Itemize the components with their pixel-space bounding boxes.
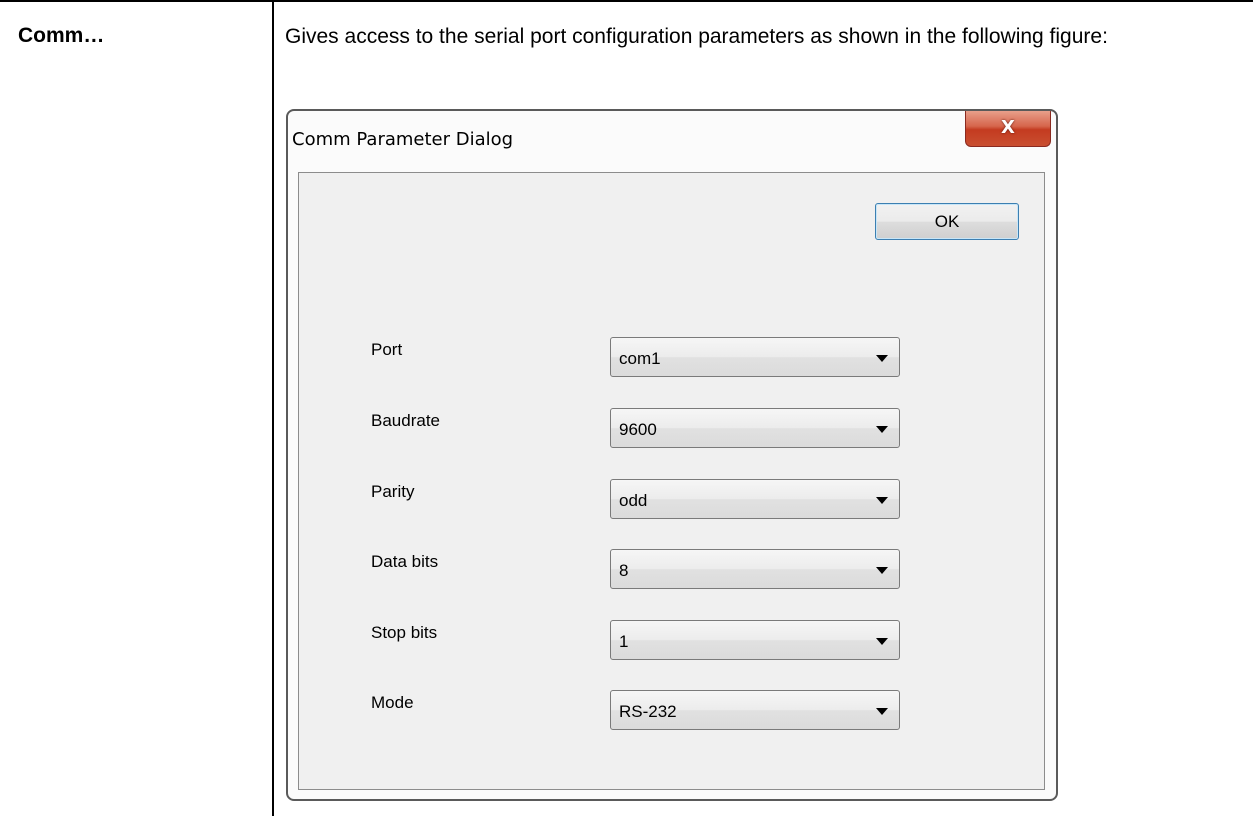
table-term: Comm… [18,24,105,47]
close-icon: X [1001,117,1015,138]
baudrate-label: Baudrate [371,411,440,430]
port-label: Port [371,340,403,359]
data-bits-select[interactable]: 8 [610,549,900,589]
chevron-down-icon [876,708,888,715]
data-bits-value: 8 [619,561,629,580]
field-row-baudrate: Baudrate 9600 [299,408,1044,452]
baudrate-value: 9600 [619,420,657,439]
chevron-down-icon [876,638,888,645]
ok-button[interactable]: OK [875,203,1019,240]
stop-bits-select[interactable]: 1 [610,620,900,660]
parity-value: odd [619,491,648,510]
table-top-border [0,0,1253,2]
stop-bits-label: Stop bits [371,623,438,642]
data-bits-label: Data bits [371,552,439,571]
chevron-down-icon [876,426,888,433]
dialog-title: Comm Parameter Dialog [292,129,514,150]
comm-parameter-dialog: Comm Parameter Dialog X OK Port com1 Bau… [286,109,1058,801]
stop-bits-value: 1 [619,632,629,651]
parity-label: Parity [371,482,415,501]
mode-value: RS-232 [619,702,677,721]
field-row-stop-bits: Stop bits 1 [299,620,1044,664]
field-row-data-bits: Data bits 8 [299,549,1044,593]
port-value: com1 [619,349,661,368]
baudrate-select[interactable]: 9600 [610,408,900,448]
mode-label: Mode [371,693,414,712]
mode-select[interactable]: RS-232 [610,690,900,730]
chevron-down-icon [876,355,888,362]
close-button[interactable]: X [965,111,1051,147]
chevron-down-icon [876,567,888,574]
table-description: Gives access to the serial port configur… [285,25,1108,48]
chevron-down-icon [876,497,888,504]
port-select[interactable]: com1 [610,337,900,377]
parity-select[interactable]: odd [610,479,900,519]
table-column-divider [272,0,274,816]
field-row-mode: Mode RS-232 [299,690,1044,734]
dialog-client-area: OK Port com1 Baudrate 9600 Parity odd Da… [298,172,1045,790]
field-row-port: Port com1 [299,337,1044,381]
field-row-parity: Parity odd [299,479,1044,523]
